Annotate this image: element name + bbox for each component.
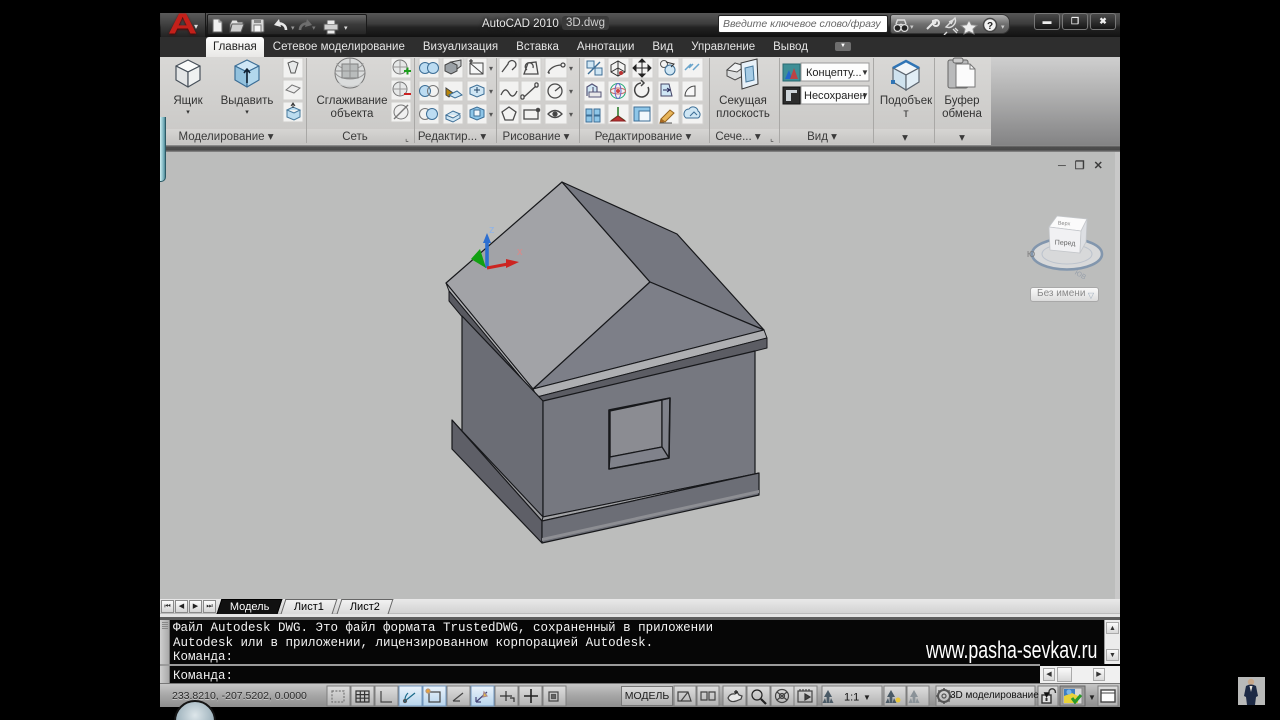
- svg-text:обмена: обмена: [942, 108, 982, 120]
- svg-text:▾: ▾: [910, 24, 914, 31]
- svg-text:▼: ▼: [863, 693, 871, 702]
- svg-text:▾: ▾: [1001, 24, 1005, 31]
- svg-text:Моделирование ▾: Моделирование ▾: [178, 131, 273, 143]
- svg-text:Рисование ▾: Рисование ▾: [503, 131, 570, 143]
- svg-text:▾: ▾: [959, 132, 965, 144]
- svg-text:⌞: ⌞: [405, 134, 409, 143]
- svg-text:▾: ▾: [291, 25, 295, 32]
- svg-text:▾: ▾: [489, 87, 493, 96]
- svg-text:Ю: Ю: [1027, 250, 1035, 259]
- svg-text:Выдавить: Выдавить: [221, 95, 274, 107]
- svg-text:Секущая: Секущая: [719, 95, 767, 107]
- svg-text:Сеть: Сеть: [342, 131, 368, 143]
- svg-text:Перед: Перед: [1055, 239, 1076, 247]
- svg-text:Ящик: Ящик: [173, 95, 203, 107]
- svg-text:▾: ▾: [245, 109, 249, 116]
- svg-text:▼: ▼: [861, 68, 869, 77]
- svg-text:▾: ▾: [489, 64, 493, 73]
- svg-text:Подобъек: Подобъек: [880, 95, 933, 107]
- svg-text:▾: ▾: [569, 64, 573, 73]
- svg-text:▾: ▾: [312, 25, 316, 32]
- svg-text:⌞: ⌞: [770, 134, 774, 143]
- svg-text:ЮВ: ЮВ: [1073, 270, 1087, 282]
- svg-text:Верх: Верх: [1058, 221, 1071, 228]
- svg-text:Сече... ▾: Сече... ▾: [715, 131, 760, 143]
- svg-text:Буфер: Буфер: [944, 95, 979, 107]
- svg-text:плоскость: плоскость: [716, 108, 770, 120]
- svg-text:x: x: [517, 246, 523, 258]
- svg-text:z: z: [489, 224, 495, 236]
- svg-text:Концепту...: Концепту...: [806, 67, 862, 79]
- svg-text:т: т: [903, 108, 909, 120]
- svg-text:1:1: 1:1: [844, 692, 859, 704]
- svg-text:Сглаживание: Сглаживание: [316, 95, 387, 107]
- svg-text:▾: ▾: [489, 110, 493, 119]
- svg-text:?: ?: [987, 21, 993, 32]
- svg-text:объекта: объекта: [331, 108, 374, 120]
- svg-text:▼: ▼: [1088, 693, 1096, 702]
- svg-text:▼: ▼: [861, 91, 869, 100]
- svg-text:▾: ▾: [186, 109, 190, 116]
- svg-text:▾: ▾: [569, 110, 573, 119]
- svg-text:Несохранен: Несохранен: [804, 90, 866, 102]
- svg-text:Вид ▾: Вид ▾: [807, 131, 837, 143]
- svg-text:▾: ▾: [902, 132, 908, 144]
- svg-text:Редактир... ▾: Редактир... ▾: [418, 131, 486, 143]
- svg-text:▾: ▾: [569, 87, 573, 96]
- svg-text:Редактирование ▾: Редактирование ▾: [595, 131, 692, 143]
- svg-text:▾: ▾: [344, 25, 348, 32]
